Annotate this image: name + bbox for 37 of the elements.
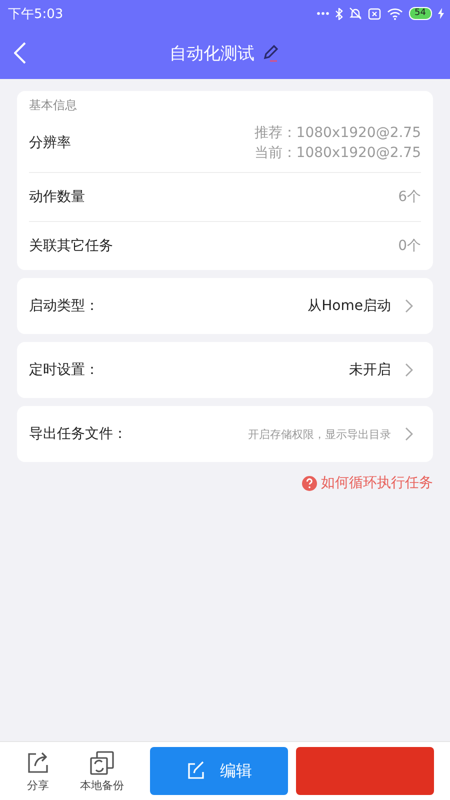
charging-icon (438, 8, 444, 19)
row-value: 6个 (398, 188, 421, 206)
row-value: 推荐：1080x1920@2.75 (254, 124, 421, 142)
row-label: 分辨率 (29, 134, 71, 152)
battery-icon: 54 (408, 7, 432, 20)
row-value: 0个 (398, 237, 421, 255)
chevron-right-icon (405, 427, 413, 441)
copy-sync-icon (89, 750, 115, 776)
setting-row[interactable]: 定时设置： 未开启 (17, 342, 433, 398)
row-label: 关联其它任务 (29, 237, 113, 255)
toolbar-button[interactable]: 本地备份 (74, 750, 130, 792)
status-time: 下午5:03 (8, 6, 64, 22)
chevron-right-icon (405, 299, 413, 313)
edit-icon (186, 761, 206, 781)
setting-row[interactable]: 启动类型： 从Home启动 (17, 278, 433, 334)
setting-value: 开启存储权限，显示导出目录 (248, 426, 391, 442)
chevron-right-icon (405, 363, 413, 377)
more-icon (316, 12, 329, 15)
sim-icon (368, 8, 381, 20)
bell-off-icon (348, 7, 362, 20)
toolbar-button[interactable]: 分享 (10, 750, 66, 792)
page-title: 自动化测试 (170, 42, 254, 64)
setting-row[interactable]: 导出任务文件： 开启存储权限，显示导出目录 (17, 406, 433, 462)
setting-value: 未开启 (349, 361, 391, 379)
row-label: 动作数量 (29, 188, 85, 206)
wifi-icon (386, 8, 403, 20)
section-heading: 基本信息 (29, 97, 77, 114)
row-value: 当前：1080x1920@2.75 (254, 144, 421, 162)
bluetooth-icon (334, 8, 343, 20)
setting-value: 从Home启动 (308, 297, 391, 315)
edit-button[interactable]: 编辑 (150, 747, 288, 795)
setting-label: 导出任务文件： (29, 425, 127, 443)
setting-label: 定时设置： (29, 361, 99, 379)
back-button[interactable] (14, 42, 26, 64)
share-icon (25, 750, 51, 776)
question-icon (302, 476, 317, 490)
setting-label: 启动类型： (29, 297, 99, 315)
